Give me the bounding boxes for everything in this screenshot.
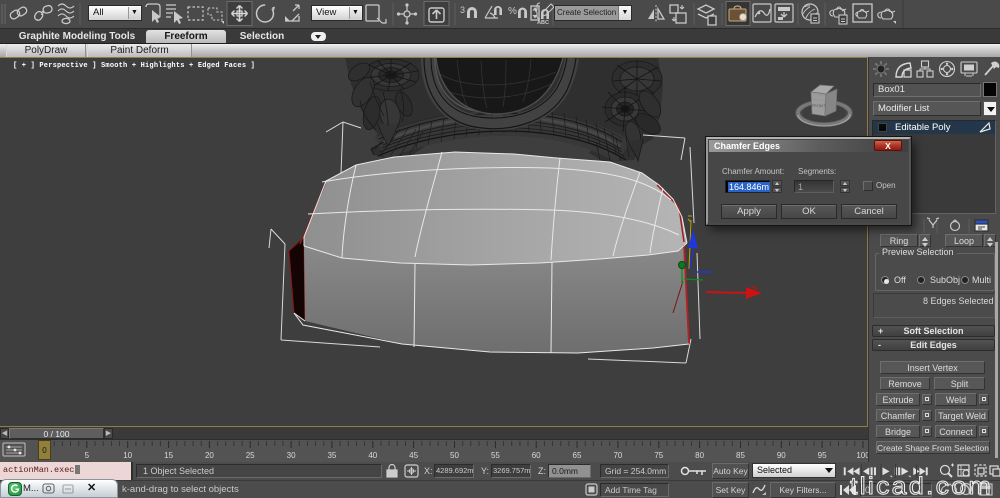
svg-text:65: 65 [573,451,582,460]
svg-text:70: 70 [613,451,622,460]
svg-text:30: 30 [287,451,296,460]
svg-text:10: 10 [123,451,132,460]
svg-text:60: 60 [532,451,541,460]
svg-text:5: 5 [85,451,90,460]
svg-text:50: 50 [450,451,459,460]
svg-text:75: 75 [654,451,663,460]
svg-text:ABC: ABC [537,20,549,26]
svg-text:45: 45 [409,451,418,460]
svg-text:35: 35 [327,451,336,460]
svg-text:%: % [508,6,517,17]
svg-text:90: 90 [777,451,786,460]
svg-text:80: 80 [695,451,704,460]
svg-text:15: 15 [164,451,173,460]
svg-text:20: 20 [205,451,214,460]
svg-text:95: 95 [818,451,827,460]
svg-text:3: 3 [460,5,465,15]
svg-text:40: 40 [368,451,377,460]
svg-text:100: 100 [856,451,868,460]
svg-text:25: 25 [246,451,255,460]
svg-text:85: 85 [736,451,745,460]
svg-text:55: 55 [491,451,500,460]
